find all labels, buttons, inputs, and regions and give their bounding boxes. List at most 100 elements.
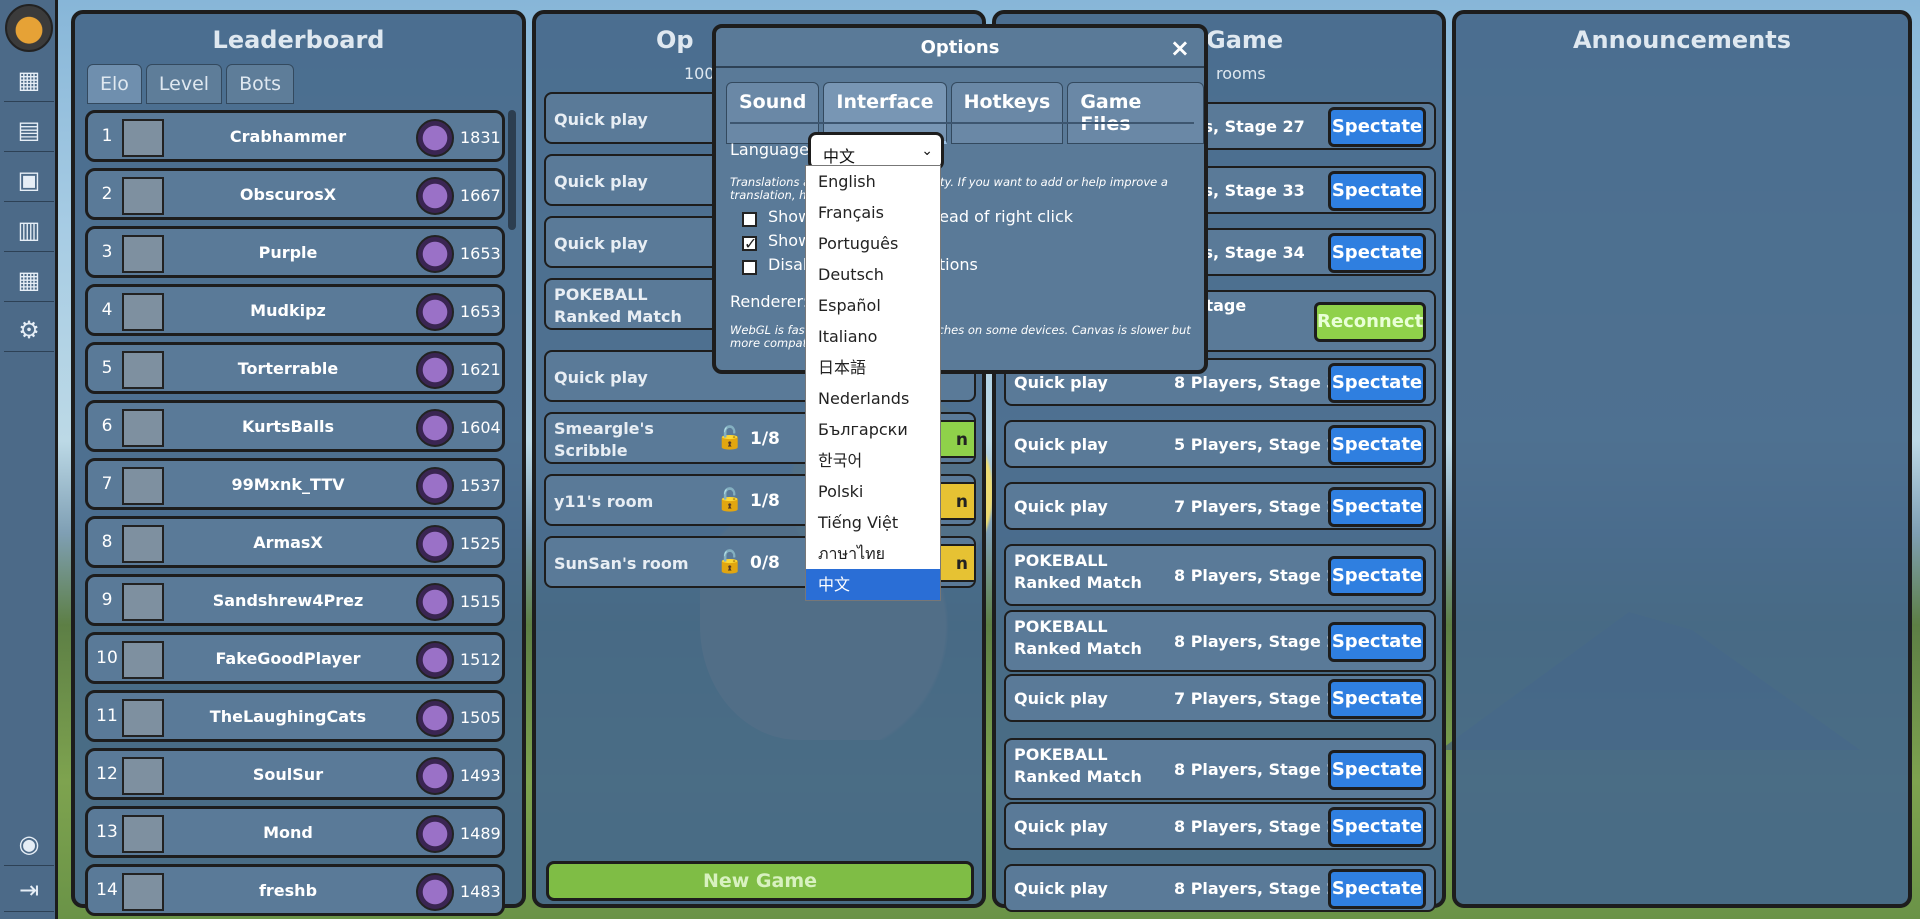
game-row[interactable]: Quick play 7 Players, Stage 25 Spectate <box>1004 674 1436 722</box>
player-name[interactable]: Sandshrew4Prez <box>178 591 398 610</box>
leaderboard-row[interactable]: 4 Mudkipz 1653 <box>85 284 505 336</box>
leaderboard-row[interactable]: 3 Purple 1653 <box>85 226 505 278</box>
new-game-button[interactable]: New Game <box>546 861 974 901</box>
scrollbar[interactable] <box>508 110 516 230</box>
spectate-button[interactable]: Spectate <box>1328 869 1426 909</box>
meta-icon[interactable]: ▣ <box>4 158 54 202</box>
leaderboard-row[interactable]: 1 Crabhammer 1831 <box>85 110 505 162</box>
language-option[interactable]: Polski <box>806 476 940 507</box>
pokemon-avatar <box>122 235 164 273</box>
spectate-button[interactable]: Spectate <box>1328 233 1426 273</box>
option-checkbox-2[interactable] <box>742 234 757 253</box>
spectate-button[interactable]: Spectate <box>1328 363 1426 403</box>
reconnect-button[interactable]: Reconnect <box>1314 302 1426 342</box>
profile-avatar[interactable] <box>5 4 53 52</box>
player-count: 1/8 <box>750 429 780 449</box>
tab-bots[interactable]: Bots <box>226 64 295 104</box>
game-row[interactable]: POKEBALL Ranked Match 8 Players, Stage 27… <box>1004 544 1436 606</box>
tab-game-files[interactable]: Game Files <box>1067 82 1204 144</box>
rank-number: 5 <box>101 358 113 378</box>
pokemon-avatar <box>122 583 164 621</box>
game-row[interactable]: POKEBALL Ranked Match 8 Players, Stage 27… <box>1004 610 1436 672</box>
language-option[interactable]: Tiếng Việt <box>806 507 940 538</box>
language-option[interactable]: ภาษาไทย <box>806 538 940 569</box>
decks-icon[interactable]: ▦ <box>4 58 54 102</box>
language-option[interactable]: Deutsch <box>806 259 940 290</box>
games-title: Game <box>1206 26 1284 54</box>
player-name[interactable]: Mudkipz <box>178 301 398 320</box>
pokemon-avatar <box>122 815 164 853</box>
language-option[interactable]: English <box>806 166 940 197</box>
player-name[interactable]: Torterrable <box>178 359 398 378</box>
player-name[interactable]: Purple <box>178 243 398 262</box>
player-name[interactable]: Crabhammer <box>178 127 398 146</box>
leaderboard-row[interactable]: 14 freshb 1483 <box>85 864 505 916</box>
language-option[interactable]: Français <box>806 197 940 228</box>
close-icon[interactable]: × <box>1170 34 1190 62</box>
player-name[interactable]: ArmasX <box>178 533 398 552</box>
language-option[interactable]: Nederlands <box>806 383 940 414</box>
game-info: 8 Players, Stage 31 <box>1174 373 1349 392</box>
option-checkbox-1[interactable] <box>742 212 757 227</box>
tab-hotkeys[interactable]: Hotkeys <box>950 82 1064 144</box>
spectate-button[interactable]: Spectate <box>1328 107 1426 147</box>
game-row[interactable]: Quick play 5 Players, Stage 29 Spectate <box>1004 420 1436 468</box>
spectate-button[interactable]: Spectate <box>1328 171 1426 211</box>
language-option[interactable]: 日本語 <box>806 352 940 383</box>
spectate-button[interactable]: Spectate <box>1328 425 1426 465</box>
announcements-title: Announcements <box>1572 26 1792 54</box>
language-option[interactable]: Български <box>806 414 940 445</box>
game-row[interactable]: Quick play 7 Players, Stage 26 Spectate <box>1004 482 1436 530</box>
leaderboard-row[interactable]: 12 SoulSur 1493 <box>85 748 505 800</box>
rank-badge-icon <box>416 757 454 795</box>
game-info: 8 Players, Stage 25 <box>1174 760 1349 779</box>
game-row[interactable]: Quick play 8 Players, Stage 27 Spectate <box>1004 802 1436 850</box>
spectate-button[interactable]: Spectate <box>1328 807 1426 847</box>
settings-icon[interactable]: ⚙ <box>4 308 54 352</box>
language-option[interactable]: 한국어 <box>806 445 940 476</box>
player-name[interactable]: KurtsBalls <box>178 417 398 436</box>
game-row[interactable]: Quick play 8 Players, Stage 26 Spectate <box>1004 864 1436 912</box>
leaderboard-row[interactable]: 6 KurtsBalls 1604 <box>85 400 505 452</box>
player-name[interactable]: TheLaughingCats <box>178 707 398 726</box>
leaderboard-row[interactable]: 13 Mond 1489 <box>85 806 505 858</box>
discord-icon[interactable]: ◉ <box>4 822 54 866</box>
rank-badge-icon <box>416 815 454 853</box>
language-option[interactable]: Italiano <box>806 321 940 352</box>
game-row[interactable]: POKEBALL Ranked Match 8 Players, Stage 25… <box>1004 738 1436 800</box>
wiki-icon[interactable]: ▥ <box>4 208 54 252</box>
language-option[interactable]: Português <box>806 228 940 259</box>
player-name[interactable]: freshb <box>178 881 398 900</box>
leaderboard-row[interactable]: 2 ObscurosX 1667 <box>85 168 505 220</box>
language-option[interactable]: 中文 <box>806 569 940 600</box>
elo-value: 1831 <box>460 128 501 147</box>
spectate-button[interactable]: Spectate <box>1328 679 1426 719</box>
spectate-button[interactable]: Spectate <box>1328 487 1426 527</box>
lock-icon: 🔓 <box>716 488 744 513</box>
option-checkbox-3[interactable] <box>742 260 757 275</box>
leaderboard-row[interactable]: 7 99Mxnk_TTV 1537 <box>85 458 505 510</box>
game-info: 8 Players, Stage 27 <box>1174 817 1349 836</box>
tab-elo[interactable]: Elo <box>87 64 142 104</box>
leaderboard-row[interactable]: 5 Torterrable 1621 <box>85 342 505 394</box>
player-name[interactable]: FakeGoodPlayer <box>178 649 398 668</box>
logout-icon[interactable]: ⇥ <box>4 868 54 912</box>
elo-value: 1489 <box>460 824 501 843</box>
player-name[interactable]: 99Mxnk_TTV <box>178 475 398 494</box>
leaderboard-row[interactable]: 9 Sandshrew4Prez 1515 <box>85 574 505 626</box>
collection-icon[interactable]: ▤ <box>4 108 54 152</box>
player-name[interactable]: Mond <box>178 823 398 842</box>
leaderboard-row[interactable]: 11 TheLaughingCats 1505 <box>85 690 505 742</box>
tab-level[interactable]: Level <box>145 64 223 104</box>
player-name[interactable]: SoulSur <box>178 765 398 784</box>
player-name[interactable]: ObscurosX <box>178 185 398 204</box>
spectate-button[interactable]: Spectate <box>1328 556 1426 596</box>
language-option[interactable]: Español <box>806 290 940 321</box>
leaderboard-icon[interactable]: ▦ <box>4 258 54 302</box>
spectate-button[interactable]: Spectate <box>1328 622 1426 662</box>
leaderboard-row[interactable]: 8 ArmasX 1525 <box>85 516 505 568</box>
spectate-button[interactable]: Spectate <box>1328 750 1426 790</box>
leaderboard-row[interactable]: 10 FakeGoodPlayer 1512 <box>85 632 505 684</box>
announcements-panel: Announcements <box>1452 10 1912 908</box>
tab-sound[interactable]: Sound <box>726 82 820 144</box>
